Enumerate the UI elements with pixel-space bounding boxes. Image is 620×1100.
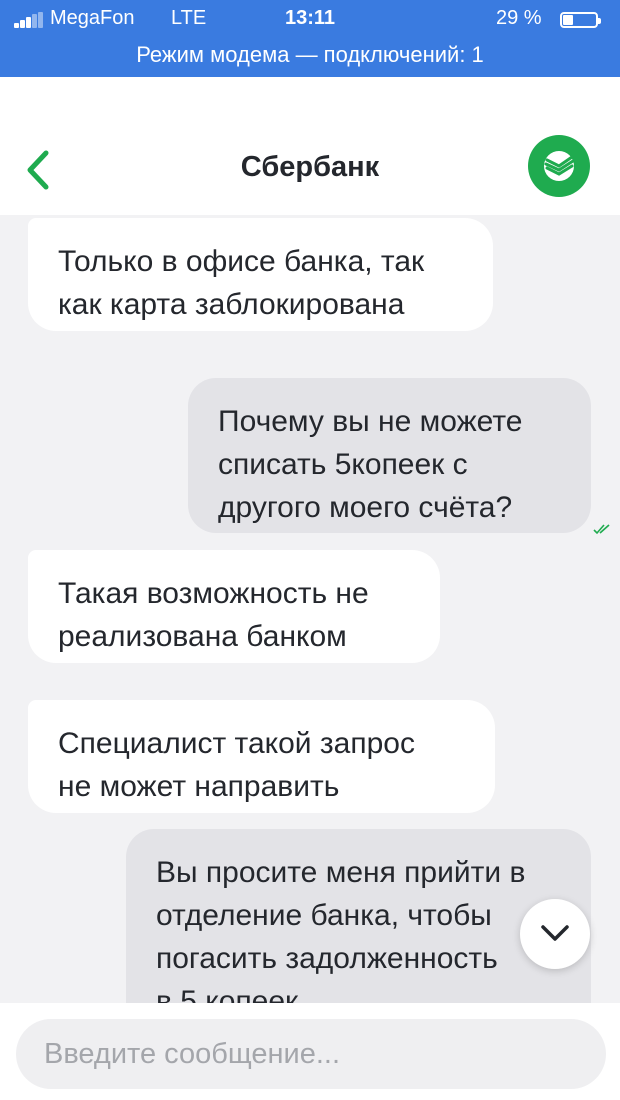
incoming-message[interactable]: Специалист такой запрос не может направи… [28,700,495,813]
incoming-message[interactable]: Такая возможность не реализована банком [28,550,440,663]
sberbank-logo-icon[interactable] [528,135,590,197]
message-input[interactable] [16,1019,606,1089]
incoming-message[interactable]: Только в офисе банка, так как карта забл… [28,218,493,331]
scroll-to-bottom-button[interactable] [520,899,590,969]
double-check-icon [593,524,610,535]
hotspot-banner[interactable]: Режим модема — подключений: 1 [0,42,620,68]
chat-title: Сбербанк [240,151,380,183]
battery-percent: 29 % [496,7,542,29]
battery-icon [560,12,601,28]
outgoing-message[interactable]: Почему вы не можете списать 5копеек с др… [188,378,591,533]
status-bar: MegaFon LTE 13:11 29 % Режим модема — по… [0,0,620,77]
outgoing-message[interactable]: Вы просите меня прийти в отделение банка… [126,829,591,1003]
message-list[interactable]: Только в офисе банка, так как карта забл… [0,215,620,1003]
composer-bar [0,1003,620,1100]
chat-header: Сбербанк [0,77,620,215]
chevron-down-icon [541,925,569,941]
